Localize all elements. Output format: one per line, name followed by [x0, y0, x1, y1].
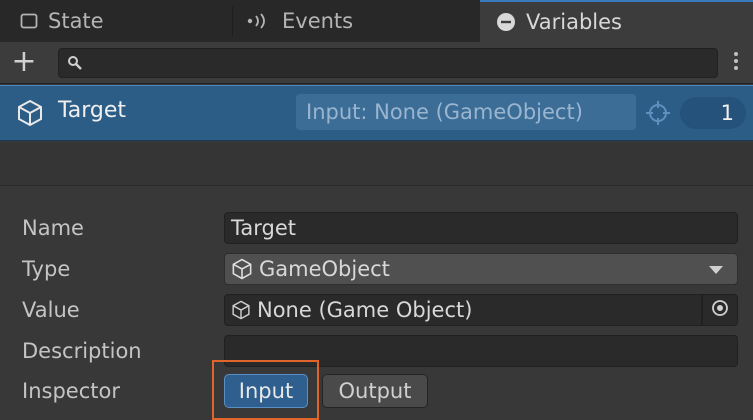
type-label: Type	[22, 257, 71, 281]
plus-icon: +	[11, 44, 37, 79]
tab-label: State	[48, 9, 104, 33]
kebab-icon[interactable]	[728, 50, 744, 78]
value-object-field[interactable]: None (Game Object)	[224, 294, 702, 326]
target-circle-icon	[711, 299, 729, 321]
tab-divider	[232, 6, 233, 36]
highlight-box	[212, 360, 319, 420]
value-label: Value	[22, 298, 80, 322]
inspector-label: Inspector	[22, 379, 120, 403]
variable-input-field[interactable]: Input: None (GameObject)	[296, 94, 636, 130]
type-dropdown[interactable]: GameObject	[224, 253, 738, 285]
search-input[interactable]	[58, 48, 718, 78]
value-text: None (Game Object)	[257, 298, 473, 322]
tab-events[interactable]: Events	[246, 0, 476, 42]
square-icon	[20, 12, 38, 30]
crosshair-icon[interactable]	[645, 100, 671, 130]
chevron-down-icon	[709, 266, 723, 274]
add-variable-button[interactable]: +	[6, 47, 42, 78]
type-value: GameObject	[259, 257, 390, 281]
variable-name: Target	[58, 98, 127, 123]
section-header	[0, 142, 753, 186]
tab-label: Variables	[526, 10, 622, 34]
cube-icon	[16, 99, 44, 131]
name-value: Target	[231, 216, 296, 240]
name-label: Name	[22, 216, 84, 240]
tab-label: Events	[282, 9, 354, 33]
usage-count-badge: 1	[680, 97, 746, 129]
description-label: Description	[22, 339, 142, 363]
tab-variables[interactable]: Variables	[480, 0, 753, 42]
cube-icon	[231, 300, 251, 320]
object-picker-button[interactable]	[702, 294, 738, 326]
tab-state[interactable]: State	[20, 0, 230, 42]
cube-icon	[231, 258, 253, 280]
name-field[interactable]: Target	[224, 212, 738, 244]
magnifier-icon	[67, 55, 83, 75]
broadcast-icon	[246, 12, 272, 30]
output-toggle-button[interactable]: Output	[322, 374, 428, 408]
minus-circle-icon	[496, 12, 516, 32]
